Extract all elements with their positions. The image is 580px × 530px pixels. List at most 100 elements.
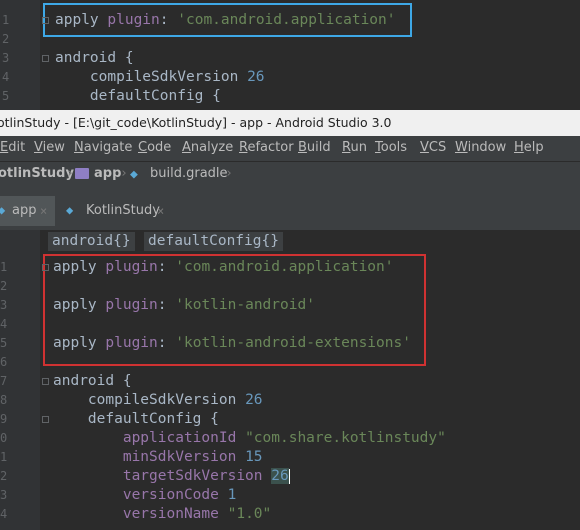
line-number: 4 — [0, 507, 8, 521]
window-title: otlinStudy - [E:\git_code\KotlinStudy] -… — [0, 115, 392, 130]
code-token: 26 — [245, 392, 263, 408]
fold-marker-icon[interactable] — [42, 264, 49, 271]
line-number: 7 — [0, 374, 8, 388]
code-line: 8 compileSdkVersion 26 — [0, 391, 580, 410]
line-number: 2 — [0, 279, 8, 293]
menu-analyze[interactable]: Analyze — [182, 140, 233, 155]
code-text: defaultConfig { — [55, 87, 221, 106]
code-text: compileSdkVersion 26 — [53, 391, 263, 410]
line-number: 3 — [0, 488, 8, 502]
tab-app[interactable]: ◆ app × — [0, 196, 55, 235]
code-token: versionName — [53, 506, 228, 522]
tab-label: app — [12, 203, 37, 218]
nav-module[interactable]: app — [94, 166, 121, 181]
code-token: "1.0" — [227, 506, 272, 522]
code-text: versionCode 1 — [53, 486, 237, 505]
code-line: 3 versionCode 1 — [0, 486, 580, 505]
line-number: 6 — [0, 355, 8, 369]
menu-run[interactable]: Run — [342, 140, 367, 155]
code-token: compileSdkVersion — [55, 69, 248, 85]
fold-marker-icon[interactable] — [42, 416, 49, 423]
line-number: 1 — [0, 450, 8, 464]
code-line: 3 android { — [0, 49, 580, 68]
menu-view[interactable]: View — [34, 140, 65, 155]
fold-marker-icon[interactable] — [42, 17, 49, 24]
code-token: applicationId — [53, 430, 246, 446]
close-icon[interactable]: × — [157, 204, 164, 218]
code-token: android { — [53, 373, 132, 389]
line-number: 2 — [2, 32, 10, 46]
window-titlebar: otlinStudy - [E:\git_code\KotlinStudy] -… — [0, 110, 580, 137]
code-text: android { — [55, 49, 134, 68]
code-token: versionCode — [53, 487, 228, 503]
editor-tab-bar: ◆ app × ◆ KotlinStudy × — [0, 187, 580, 235]
code-line: 4 versionName "1.0" — [0, 505, 580, 524]
nav-file[interactable]: build.gradle — [150, 166, 228, 181]
line-number: 8 — [0, 393, 8, 407]
line-number: 1 — [2, 13, 10, 27]
red-highlight-box — [43, 254, 426, 366]
code-token: defaultConfig { — [53, 411, 219, 427]
menu-code[interactable]: Code — [138, 140, 171, 155]
code-line: 5 defaultConfig { — [0, 87, 580, 106]
line-number: 3 — [2, 51, 10, 65]
code-text: versionName "1.0" — [53, 505, 271, 524]
menu-window[interactable]: Window — [455, 140, 506, 155]
code-line: 1 minSdkVersion 15 — [0, 448, 580, 467]
code-token: android { — [55, 50, 134, 66]
menu-help[interactable]: Help — [514, 140, 544, 155]
code-token: minSdkVersion — [53, 449, 246, 465]
gradle-icon: ◆ — [66, 203, 74, 217]
line-number: 3 — [0, 298, 8, 312]
breadcrumb-android[interactable]: android{} — [48, 232, 135, 251]
tab-kotlinstudy[interactable]: ◆ KotlinStudy × — [60, 196, 180, 226]
menu-build[interactable]: Build — [298, 140, 331, 155]
code-token: 1 — [227, 487, 237, 503]
chevron-right-icon: › — [120, 166, 128, 181]
gradle-icon: ◆ — [0, 203, 6, 217]
code-token: compileSdkVersion — [53, 392, 246, 408]
breadcrumb-defaultconfig[interactable]: defaultConfig{} — [144, 232, 283, 251]
code-token: defaultConfig { — [55, 88, 221, 104]
code-token: 26 — [271, 468, 289, 484]
line-number: 4 — [0, 317, 8, 331]
code-token: 26 — [247, 69, 265, 85]
code-line: 2 targetSdkVersion 26 — [0, 467, 580, 486]
line-number: 9 — [0, 412, 8, 426]
navigation-bar: otlinStudy › app › ◆ build.gradle › — [0, 161, 580, 188]
fold-marker-icon[interactable] — [42, 378, 49, 385]
tab-label: KotlinStudy — [86, 203, 160, 218]
background-editor: 1 apply plugin: 'com.android.application'… — [0, 0, 580, 110]
code-text: android { — [53, 372, 132, 391]
chevron-right-icon: › — [225, 166, 233, 181]
code-text: compileSdkVersion 26 — [55, 68, 265, 87]
code-text: defaultConfig { — [53, 410, 219, 429]
menu-vcs[interactable]: VCS — [420, 140, 446, 155]
code-token: targetSdkVersion — [53, 468, 272, 484]
text-caret — [288, 468, 290, 484]
code-token: "com.share.kotlinstudy" — [245, 430, 446, 446]
code-text: targetSdkVersion 26 — [53, 467, 290, 486]
menu-refactor[interactable]: Refactor — [239, 140, 294, 155]
menu-edit[interactable]: Edit — [0, 140, 25, 155]
menu-navigate[interactable]: Navigate — [74, 140, 132, 155]
line-number: 2 — [0, 469, 8, 483]
code-line: 0 applicationId "com.share.kotlinstudy" — [0, 429, 580, 448]
code-line: 4 compileSdkVersion 26 — [0, 68, 580, 87]
menu-tools[interactable]: Tools — [375, 140, 407, 155]
line-number: 0 — [0, 431, 8, 445]
blue-highlight-box — [43, 3, 412, 37]
code-line: 9 defaultConfig { — [0, 410, 580, 429]
folder-icon — [75, 168, 89, 179]
line-number: 4 — [2, 70, 10, 84]
nav-project[interactable]: otlinStudy — [0, 166, 74, 181]
code-editor[interactable]: android{} defaultConfig{} 1 apply plugin:… — [0, 230, 580, 530]
line-number: 1 — [0, 260, 8, 274]
code-line: 7 android { — [0, 372, 580, 391]
code-text: minSdkVersion 15 — [53, 448, 263, 467]
line-number: 5 — [0, 336, 8, 350]
menu-bar: Edit View Navigate Code Analyze Refactor Build… — [0, 136, 580, 161]
fold-marker-icon[interactable] — [42, 55, 49, 62]
close-icon[interactable]: × — [40, 204, 47, 218]
code-text: applicationId "com.share.kotlinstudy" — [53, 429, 446, 448]
